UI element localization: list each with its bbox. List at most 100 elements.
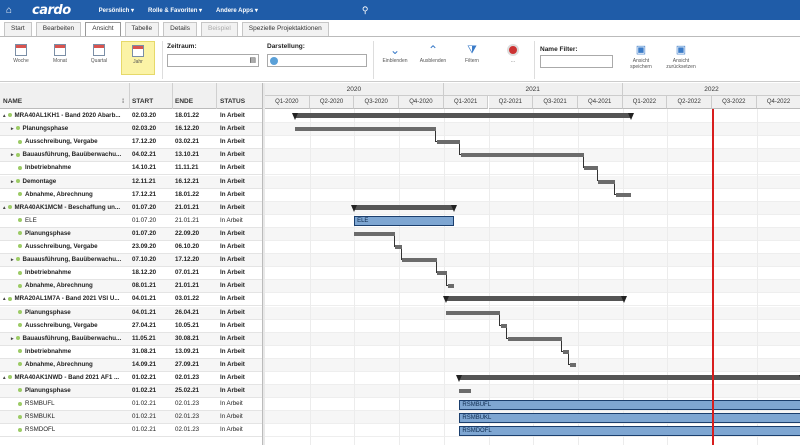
status-dot-icon — [15, 257, 20, 262]
task-bar[interactable] — [445, 310, 501, 315]
col-name-header[interactable]: NAME — [3, 98, 22, 105]
table-row[interactable]: Planungsphase 04.01.21 26.04.21 In Arbeit — [0, 306, 262, 320]
task-bar[interactable] — [507, 336, 563, 341]
menu-rolle-favoriten[interactable]: Rolle & Favoriten — [148, 7, 202, 14]
menu-andere-apps[interactable]: Andere Apps — [216, 7, 258, 14]
task-end: 02.01.23 — [175, 426, 200, 434]
table-row[interactable]: Ausschreibung, Vergabe 23.09.20 06.10.20 In… — [0, 241, 262, 255]
col-end-header[interactable]: ENDE — [175, 98, 193, 105]
task-bar[interactable] — [447, 284, 454, 289]
resource-bar[interactable]: RSMBUFL — [459, 399, 800, 410]
table-row[interactable]: Inbetriebnahme 18.12.20 07.01.21 In Arbeit — [0, 267, 262, 281]
task-bar[interactable] — [615, 192, 632, 197]
task-bar[interactable] — [354, 231, 395, 236]
table-row[interactable]: RSMBUKL 01.02.21 02.01.23 In Arbeit — [0, 411, 262, 425]
view-month-button[interactable]: Monat — [43, 41, 77, 75]
task-bar[interactable] — [460, 153, 584, 158]
calendar-icon — [15, 44, 27, 56]
menu-persoenlich[interactable]: Persönlich — [99, 7, 134, 14]
tab-tabelle[interactable]: Tabelle — [124, 22, 160, 36]
task-bar[interactable] — [584, 166, 598, 171]
task-bar[interactable] — [598, 179, 616, 184]
resource-bar[interactable]: RSMBUKL — [459, 412, 800, 423]
expand-toggle-icon[interactable]: ▴ — [3, 113, 6, 119]
darstellung-select[interactable] — [267, 54, 367, 67]
table-row[interactable]: ▸ Demontage 12.11.21 16.12.21 In Arbeit — [0, 175, 262, 189]
expand-toggle-icon[interactable]: ▸ — [11, 179, 14, 185]
table-row[interactable]: ▴ MRA20AL1M7A - Band 2021 VSI U... 04.01.2… — [0, 293, 262, 307]
table-row[interactable]: ▸ Planungsphase 02.03.20 16.12.20 In Arbeit — [0, 123, 262, 137]
ausblenden-button[interactable]: ⌃ Ausblenden — [416, 41, 450, 75]
reset-view-button[interactable]: ▣ Ansicht zurücksetzen — [662, 41, 700, 75]
resource-bar[interactable]: RSMDOFL — [459, 425, 800, 436]
task-end: 06.10.20 — [175, 243, 200, 250]
save-view-button[interactable]: ▣ Ansicht speichern — [624, 41, 658, 75]
home-icon[interactable]: ⌂ — [0, 0, 18, 20]
col-start-header[interactable]: START — [132, 98, 153, 105]
table-row[interactable]: Inbetriebnahme 14.10.21 11.11.21 In Arbeit — [0, 162, 262, 176]
table-row[interactable]: Planungsphase 01.07.20 22.09.20 In Arbeit — [0, 227, 262, 241]
year-header: 2022 — [622, 83, 800, 96]
table-row[interactable]: Abnahme, Abrechnung 17.12.21 18.01.22 In Ar… — [0, 189, 262, 202]
col-resize-handle[interactable]: ⁞ — [122, 98, 124, 105]
filtern-button[interactable]: ⧩ Filtern — [455, 41, 489, 75]
task-status: In Arbeit — [220, 334, 245, 342]
table-row[interactable]: Ausschreibung, Vergabe 17.12.20 03.02.21 In… — [0, 136, 262, 150]
table-row[interactable]: ▴ MRA40AK1MCM - Beschaffung un... 01.07.20… — [0, 201, 262, 215]
view-year-button[interactable]: Jahr — [121, 41, 155, 75]
task-status: In Arbeit — [220, 387, 245, 395]
expand-toggle-icon[interactable]: ▸ — [11, 336, 14, 342]
table-row[interactable]: ▸ Bauausführung, Bauüberwachu... 07.10.20 1… — [0, 254, 262, 268]
task-bar[interactable] — [569, 362, 576, 367]
expand-toggle-icon[interactable]: ▴ — [3, 296, 6, 302]
year-header: 2021 — [443, 83, 623, 96]
tab-details[interactable]: Details — [163, 22, 197, 36]
tab-spezielle-projektaktionen[interactable]: Spezielle Projektaktionen — [241, 22, 329, 36]
tab-ansicht[interactable]: Ansicht — [85, 22, 121, 36]
task-bar[interactable] — [402, 258, 437, 263]
table-row[interactable]: ▴ MRA40AL1KH1 - Band 2020 Abarb... 02.03.2… — [0, 110, 262, 124]
table-row[interactable]: Inbetriebnahme 31.08.21 13.09.21 In Arbeit — [0, 346, 262, 359]
task-bar[interactable] — [294, 127, 437, 132]
summary-bar[interactable] — [456, 375, 800, 382]
summary-bar[interactable] — [351, 204, 457, 212]
task-start: 04.01.21 — [132, 308, 157, 316]
calendar-picker-icon[interactable]: ▤ — [249, 56, 256, 64]
table-row[interactable]: Abnahme, Abrechnung 08.01.21 21.01.21 In Ar… — [0, 280, 262, 294]
search-icon[interactable]: ⚲ — [362, 5, 369, 16]
table-row[interactable]: RSMBUFL 01.02.21 02.01.23 In Arbeit — [0, 398, 262, 412]
zeitraum-input[interactable]: ▤ — [167, 54, 259, 67]
table-row[interactable]: ▸ Bauausführung, Bauüberwachu... 11.05.21 3… — [0, 332, 262, 346]
task-bar[interactable] — [436, 140, 461, 145]
task-status: In Arbeit — [220, 295, 245, 303]
expand-toggle-icon[interactable]: ▴ — [3, 375, 6, 381]
tab-bearbeiten[interactable]: Bearbeiten — [35, 22, 82, 36]
task-bar[interactable] — [459, 389, 472, 394]
summary-bar[interactable] — [291, 113, 635, 120]
task-name-text: Planungsphase — [25, 308, 71, 316]
more-actions-button[interactable]: ... — [496, 41, 530, 75]
col-status-header[interactable]: STATUS — [220, 98, 245, 105]
view-week-button[interactable]: Woche — [4, 41, 38, 75]
quarter-header: Q3-2021 — [533, 96, 578, 109]
task-status: In Arbeit — [220, 360, 245, 368]
task-status: In Arbeit — [220, 374, 245, 381]
table-row[interactable]: RSMDOFL 01.02.21 02.01.23 In Arbeit — [0, 424, 262, 438]
table-row[interactable]: ELE 01.07.20 21.01.21 In Arbeit — [0, 215, 262, 228]
table-row[interactable]: ▴ MRA40AK1NWD - Band 2021 AF1 ... 01.02.21… — [0, 372, 262, 386]
table-row[interactable]: ▸ Bauausführung, Bauüberwachu... 04.02.21 1… — [0, 149, 262, 163]
expand-toggle-icon[interactable]: ▴ — [3, 205, 6, 211]
resource-bar[interactable]: ELE — [354, 216, 454, 227]
summary-bar[interactable] — [442, 296, 628, 304]
table-row[interactable]: Planungsphase 01.02.21 25.02.21 In Arbeit — [0, 385, 262, 399]
expand-toggle-icon[interactable]: ▸ — [11, 152, 14, 158]
expand-toggle-icon[interactable]: ▸ — [11, 257, 14, 263]
table-row[interactable]: Ausschreibung, Vergabe 27.04.21 10.05.21 In… — [0, 320, 262, 333]
view-quarter-button[interactable]: Quartal — [82, 41, 116, 75]
name-filter-input[interactable] — [540, 55, 613, 68]
task-end: 13.09.21 — [175, 347, 200, 355]
tab-start[interactable]: Start — [4, 22, 32, 36]
table-row[interactable]: Abnahme, Abrechnung 14.09.21 27.09.21 In Ar… — [0, 358, 262, 372]
expand-toggle-icon[interactable]: ▸ — [11, 126, 14, 132]
einblenden-button[interactable]: ⌄ Einblenden — [378, 41, 412, 75]
